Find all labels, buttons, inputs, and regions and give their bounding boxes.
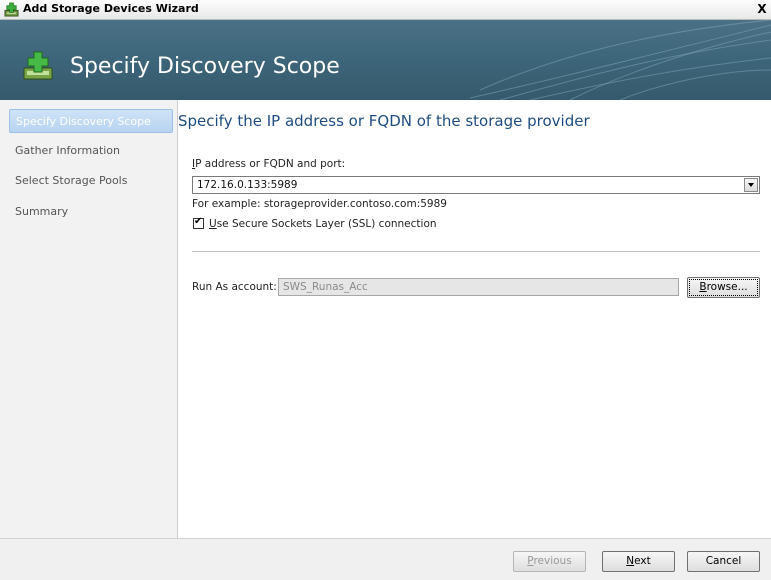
- next-mnemonic: N: [626, 555, 635, 567]
- runas-label: Run As account:: [192, 281, 277, 293]
- close-button[interactable]: X: [754, 1, 770, 17]
- nav-item-select-storage-pools[interactable]: Select Storage Pools: [9, 169, 173, 193]
- title-bar: Add Storage Devices Wizard X: [0, 0, 771, 20]
- browse-button[interactable]: Browse...: [687, 277, 760, 298]
- browse-mnemonic: B: [699, 281, 707, 293]
- ssl-checkbox[interactable]: [193, 216, 204, 229]
- next-button[interactable]: Next: [602, 551, 675, 572]
- separator: [192, 251, 760, 252]
- wizard-banner: Specify Discovery Scope: [0, 20, 771, 100]
- page-title: Specify the IP address or FQDN of the st…: [178, 112, 590, 130]
- browse-label: rowse...: [706, 281, 748, 293]
- runas-account-value: SWS_Runas_Acc: [283, 281, 368, 293]
- chevron-down-icon[interactable]: [744, 178, 758, 192]
- nav-item-specify-discovery-scope[interactable]: Specify Discovery Scope: [9, 109, 173, 133]
- address-label: IP address or FQDN and port:: [192, 158, 345, 170]
- example-text: For example: storageprovider.contoso.com…: [192, 198, 447, 210]
- next-label: ext: [634, 555, 651, 567]
- cancel-button[interactable]: Cancel: [687, 551, 760, 572]
- close-icon: X: [757, 2, 767, 16]
- runas-account-field: SWS_Runas_Acc: [278, 278, 679, 296]
- banner-heading: Specify Discovery Scope: [70, 54, 340, 79]
- wizard-steps-nav: Specify Discovery Scope Gather Informati…: [0, 100, 178, 538]
- previous-button[interactable]: Previous: [513, 551, 586, 572]
- add-storage-icon: [23, 51, 53, 80]
- storage-wizard-icon: [4, 2, 19, 17]
- ssl-label-text: se Secure Sockets Layer (SSL) connection: [216, 218, 437, 230]
- address-value: 172.16.0.133:5989: [197, 179, 298, 191]
- nav-item-summary[interactable]: Summary: [9, 200, 173, 224]
- window-title: Add Storage Devices Wizard: [23, 2, 199, 15]
- banner-decoration: [470, 20, 771, 100]
- ssl-label-mnemonic: U: [209, 218, 217, 230]
- ssl-label[interactable]: Use Secure Sockets Layer (SSL) connectio…: [209, 218, 437, 230]
- wizard-footer: Previous Next Cancel: [0, 538, 771, 580]
- wizard-content: Specify the IP address or FQDN of the st…: [178, 100, 771, 538]
- nav-item-gather-information[interactable]: Gather Information: [9, 139, 173, 163]
- address-combobox[interactable]: 172.16.0.133:5989: [192, 176, 760, 194]
- address-label-text: P address or FQDN and port:: [195, 158, 346, 170]
- previous-label: revious: [533, 555, 572, 567]
